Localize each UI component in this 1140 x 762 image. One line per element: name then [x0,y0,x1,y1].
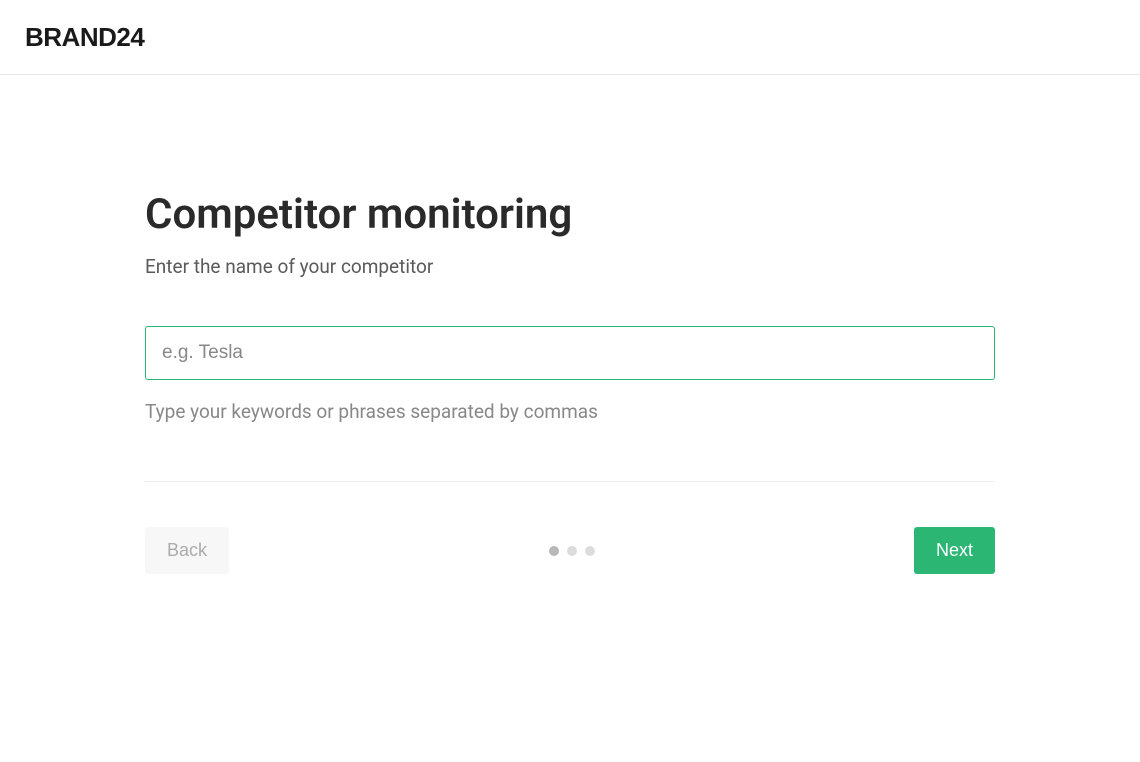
page-subtitle: Enter the name of your competitor [145,255,995,278]
back-button[interactable]: Back [145,527,229,574]
main-content: Competitor monitoring Enter the name of … [145,75,995,574]
wizard-footer: Back Next [145,527,995,574]
competitor-input[interactable] [145,326,995,380]
brand-logo: BRAND24 [25,22,144,53]
step-dot-3 [585,546,595,556]
app-header: BRAND24 [0,0,1140,75]
input-helper-text: Type your keywords or phrases separated … [145,400,995,423]
step-dot-1 [549,546,559,556]
step-dot-2 [567,546,577,556]
progress-indicator [549,546,595,556]
section-divider [145,481,995,482]
page-title: Competitor monitoring [145,190,995,239]
next-button[interactable]: Next [914,527,995,574]
